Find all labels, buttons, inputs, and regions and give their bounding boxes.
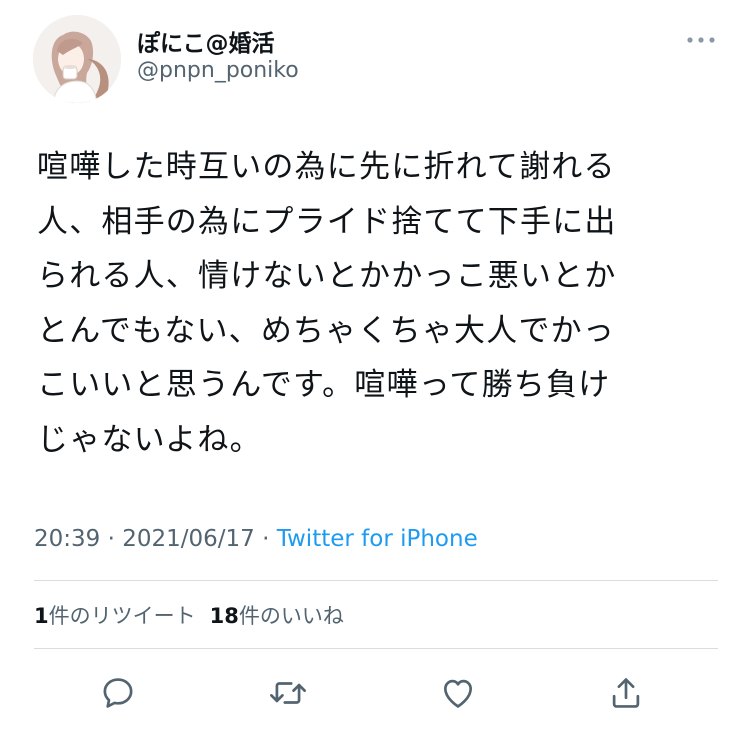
heart-icon [443,679,473,708]
retweet-label: 件のリツイート [48,604,196,628]
tweet-text-line: られる人、情けないとかかっこ悪いとか [37,258,617,294]
divider [34,648,718,649]
like-button[interactable] [436,671,480,715]
tweet-meta: 20:39 · 2021/06/17 · Twitter for iPhone [34,526,478,552]
more-options-icon[interactable] [684,30,718,50]
tweet-stats: 1件のリツイート 18件のいいね [34,600,344,630]
reply-button[interactable] [96,671,140,715]
retweet-button[interactable] [266,671,310,715]
avatar[interactable] [33,15,121,103]
share-button[interactable] [604,671,648,715]
tweet-text-line: 人、相手の為にプライド捨てて下手に出 [37,203,617,240]
like-count: 18 [209,604,239,628]
user-handle[interactable]: @pnpn_poniko [137,58,299,83]
retweet-icon [270,682,306,704]
retweet-count: 1 [34,604,49,628]
tweet-text-line: とんでもない、めちゃくちゃ大人でかっ [37,312,616,349]
retweet-stat[interactable]: 1件のリツイート [34,604,196,628]
meta-separator: · [254,526,277,552]
tweet-source-link[interactable]: Twitter for iPhone [277,526,478,552]
tweet-time[interactable]: 20:39 [34,526,100,552]
like-stat[interactable]: 18件のいいね [210,604,344,628]
user-avatar-illustration-icon [33,15,121,103]
tweet-text-line: 喧嘩した時互いの為に先に折れて謝れる [37,149,616,185]
tweet-text-line: じゃないよね。 [37,421,262,458]
meta-separator: · [100,526,123,552]
tweet-detail: ぽにこ@婚活 @pnpn_poniko 喧嘩した時互いの為に先に折れて謝れる 人… [0,0,750,750]
reply-icon [103,678,133,708]
share-icon [612,678,640,708]
like-label: 件のいいね [238,604,344,628]
tweet-text-line: こいいと思うんです。喧嘩って勝ち負け [37,367,611,403]
tweet-text: 喧嘩した時互いの為に先に折れて謝れる 人、相手の為にプライド捨てて下手に出 られ… [37,140,727,467]
tweet-date[interactable]: 2021/06/17 [122,526,255,552]
divider [34,580,718,581]
display-name[interactable]: ぽにこ@婚活 [137,24,275,58]
